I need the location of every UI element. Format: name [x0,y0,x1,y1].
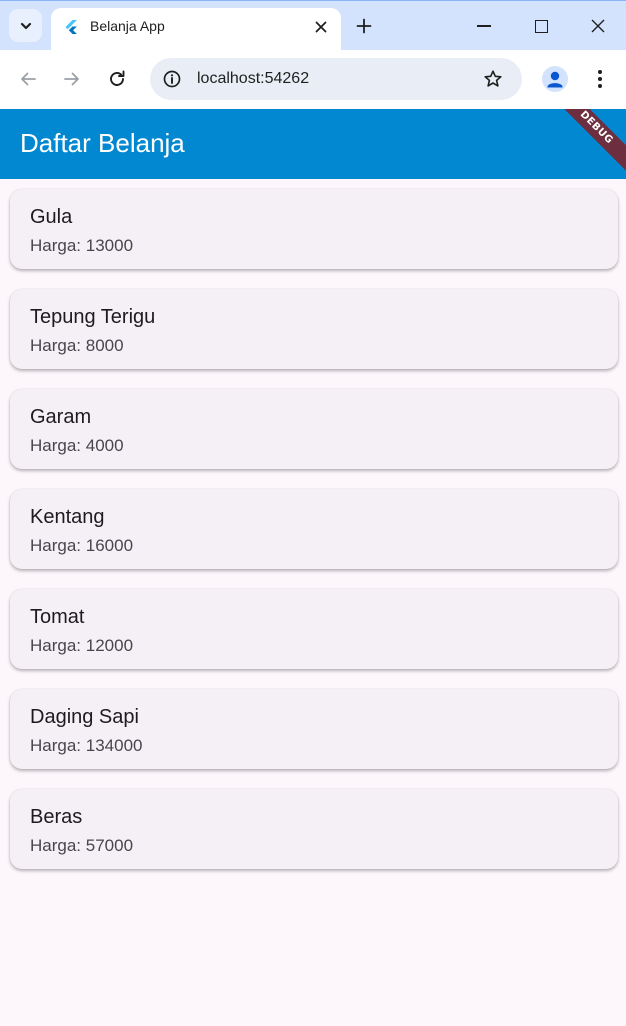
tab-title: Belanja App [90,18,165,34]
reload-icon[interactable] [107,69,127,89]
list-item[interactable]: Tomat Harga: 12000 [10,589,618,669]
list-item[interactable]: Gula Harga: 13000 [10,189,618,269]
item-price: Harga: 8000 [30,336,124,355]
list-item[interactable]: Kentang Harga: 16000 [10,489,618,569]
item-name: Tepung Terigu [30,306,156,328]
item-name: Gula [30,206,73,228]
list-item[interactable]: Tepung Terigu Harga: 8000 [10,289,618,369]
item-price: Harga: 12000 [30,636,134,655]
item-price: Harga: 134000 [30,736,143,755]
address-bar[interactable]: localhost:54262 [150,58,522,100]
profile-button[interactable] [542,66,568,92]
more-vert-icon[interactable] [590,68,610,90]
item-price: Harga: 16000 [30,536,134,555]
tab-search-button[interactable] [9,9,42,42]
window-close-icon[interactable] [591,19,605,33]
page-title: Daftar Belanja [20,128,185,158]
flutter-icon [65,20,77,34]
info-icon[interactable] [162,69,182,89]
maximize-icon[interactable] [535,20,548,33]
list-item[interactable]: Daging Sapi Harga: 134000 [10,689,618,769]
arrow-left-icon[interactable] [18,69,38,89]
list-item[interactable]: Garam Harga: 4000 [10,389,618,469]
item-price: Harga: 4000 [30,436,124,455]
item-price: Harga: 57000 [30,836,134,855]
account-icon [547,71,563,88]
item-name: Beras [30,806,83,828]
item-name: Garam [30,406,92,428]
browser-toolbar: localhost:54262 [0,50,626,109]
item-name: Kentang [30,506,105,528]
arrow-right-icon[interactable] [62,69,82,89]
star-icon[interactable] [483,69,503,89]
item-price: Harga: 13000 [30,236,134,255]
close-icon[interactable] [313,19,329,35]
app-bar: Daftar Belanja DEBUG [0,109,626,179]
shopping-list: Gula Harga: 13000 Tepung Terigu Harga: 8… [10,189,618,889]
item-name: Daging Sapi [30,706,139,728]
list-item[interactable]: Beras Harga: 57000 [10,789,618,869]
url-text[interactable]: localhost:54262 [197,70,309,88]
browser-tab-strip: Belanja App [0,0,626,51]
minimize-icon[interactable] [477,25,491,27]
chevron-down-icon [20,22,31,29]
browser-tab[interactable]: Belanja App [51,8,341,51]
item-name: Tomat [30,606,85,628]
plus-icon[interactable] [356,18,372,34]
debug-banner: DEBUG [544,109,626,179]
